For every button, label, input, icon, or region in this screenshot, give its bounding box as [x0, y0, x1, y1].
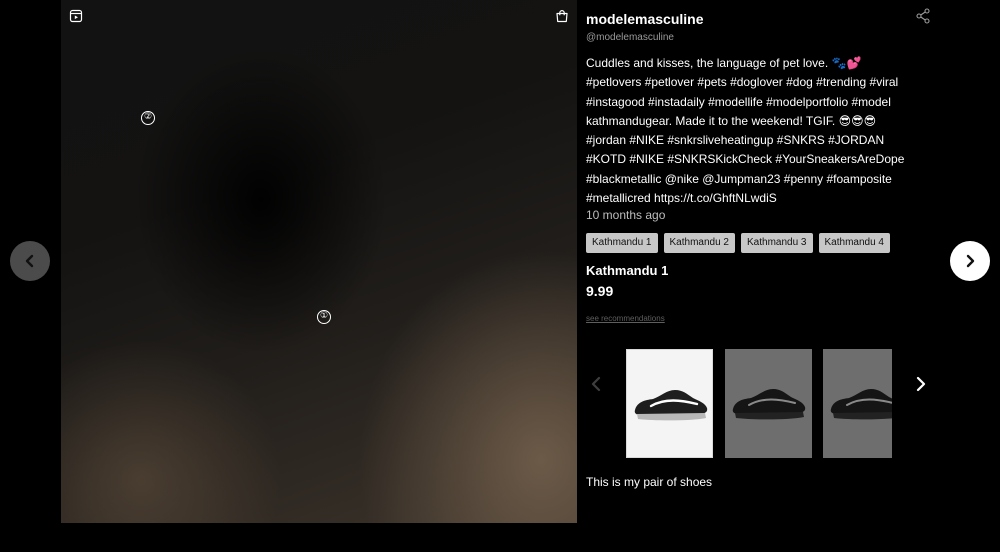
see-recommendations-link[interactable]: see recommendations: [586, 314, 665, 323]
chevron-left-icon[interactable]: [589, 375, 603, 393]
shoe-icon: [634, 390, 708, 421]
product-thumbnail-selected[interactable]: [626, 349, 713, 458]
caption-line: Cuddles and kisses, the language of pet …: [586, 56, 862, 70]
reel-icon[interactable]: [69, 9, 83, 23]
caption-line: #metallicred https://t.co/GhftNLwdiS: [586, 191, 777, 206]
product-tab[interactable]: Kathmandu 1: [586, 233, 658, 253]
post-media[interactable]: ② ①: [61, 0, 577, 523]
chevron-left-icon: [25, 254, 34, 268]
caption-line: #jordan #NIKE #snkrsliveheatingup #SNKRS…: [586, 133, 885, 148]
previous-post-button[interactable]: [10, 241, 50, 281]
share-icon[interactable]: [916, 8, 930, 24]
chevron-right-icon[interactable]: [914, 375, 928, 393]
shopping-bag-icon[interactable]: [555, 9, 569, 23]
product-tab[interactable]: Kathmandu 3: [741, 233, 813, 253]
caption-line: #instagood #instadaily #modellife #model…: [586, 94, 891, 109]
caption-line: #KOTD #NIKE #SNKRSKickCheck #YourSneaker…: [586, 152, 905, 167]
caption-line: #blackmetallic @nike @Jumpman23 #penny #…: [586, 171, 892, 186]
product-tab[interactable]: Kathmandu 4: [818, 233, 890, 253]
product-thumbnail[interactable]: [725, 349, 812, 458]
product-tabs: Kathmandu 1 Kathmandu 2 Kathmandu 3 Kath…: [586, 233, 892, 253]
shoe-icon: [732, 389, 806, 420]
product-thumbnail[interactable]: [823, 349, 892, 458]
product-tab[interactable]: Kathmandu 2: [663, 233, 735, 253]
product-description: This is my pair of shoes: [586, 475, 713, 489]
username[interactable]: modelemasculine: [586, 11, 704, 27]
product-hotspot-1[interactable]: ①: [317, 310, 331, 324]
product-hotspot-2[interactable]: ②: [141, 111, 155, 125]
product-price: 9.99: [586, 283, 614, 299]
product-image-carousel: [626, 349, 892, 459]
product-name: Kathmandu 1: [586, 263, 669, 278]
post-caption: Cuddles and kisses, the language of pet …: [586, 54, 931, 208]
post-details-panel: modelemasculine @modelemasculine Cuddles…: [586, 0, 1000, 552]
post-timestamp: 10 months ago: [586, 208, 666, 222]
caption-line: kathmandugear. Made it to the weekend! T…: [586, 113, 877, 128]
caption-line: #petlovers #petlover #pets #doglover #do…: [586, 75, 899, 90]
shoe-icon: [830, 389, 892, 420]
user-handle[interactable]: @modelemasculine: [586, 32, 674, 43]
close-icon[interactable]: [928, 0, 946, 8]
